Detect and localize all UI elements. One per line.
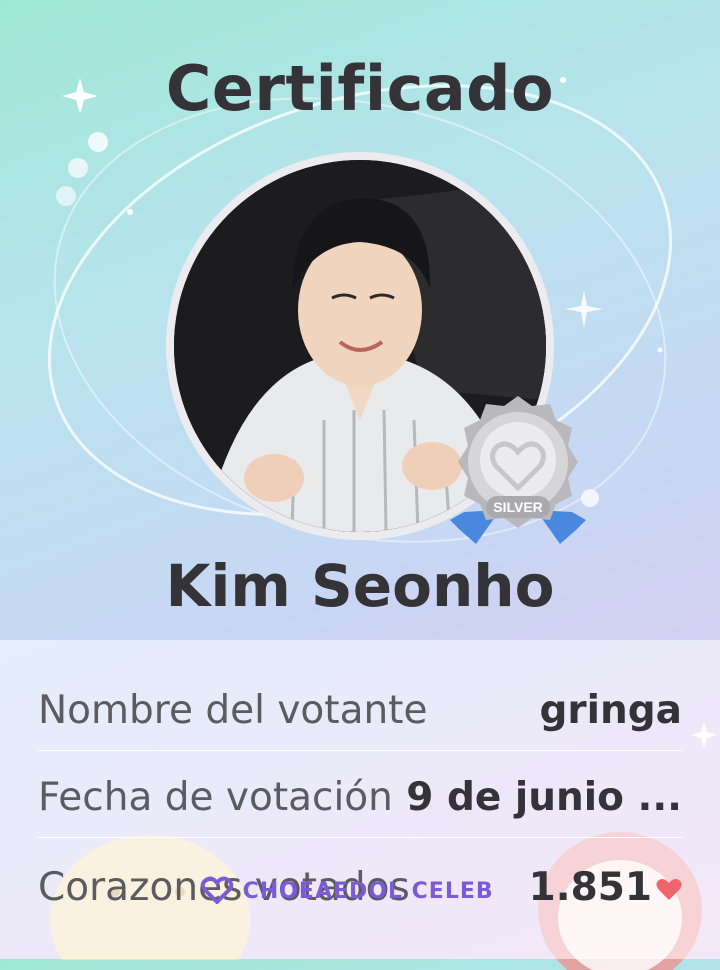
medal-icon: SILVER (450, 396, 586, 544)
vote-date-row: Fecha de votación 9 de junio ... (38, 757, 682, 838)
heart-icon (656, 879, 682, 900)
vote-date-value: 9 de junio ... (406, 775, 682, 820)
hearts-voted-value: 1.851 (528, 865, 652, 910)
certificate-title: Certificado (165, 52, 555, 125)
watermark-logo: CHOEAEDOL CELEB (200, 876, 494, 906)
voter-name-label: Nombre del votante (38, 688, 428, 733)
watermark-text: CHOEAEDOL CELEB (242, 879, 494, 904)
voter-name-row: Nombre del votante gringa (38, 670, 682, 751)
voter-name-value: gringa (539, 688, 682, 733)
vote-date-label: Fecha de votación (38, 775, 393, 820)
badge-label: SILVER (493, 499, 543, 515)
hearts-voted-value-wrap: 1.851 (529, 865, 682, 910)
celebrity-name: Kim Seonho (165, 552, 555, 620)
logo-icon (200, 876, 234, 905)
silver-badge: SILVER (446, 392, 590, 548)
